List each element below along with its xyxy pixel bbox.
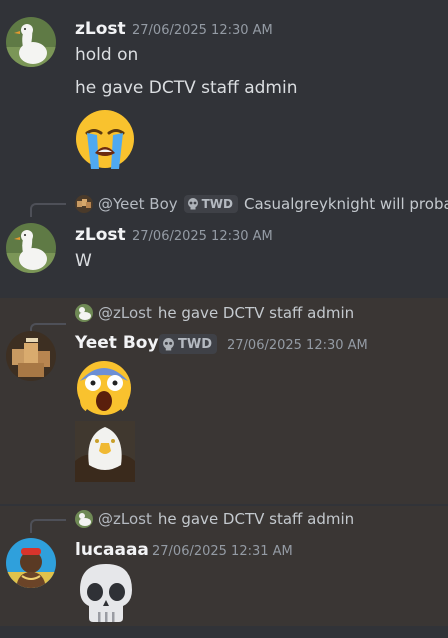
skull-icon (187, 198, 198, 210)
timestamp: 27/06/2025 12:30 AM (132, 23, 273, 38)
avatar (75, 510, 93, 528)
message-text: hold on (75, 45, 139, 65)
reply-text: he gave DCTV staff admin (157, 510, 355, 528)
reply-spine (30, 203, 66, 217)
avatar (75, 195, 93, 213)
reply-preview[interactable]: @zLost he gave DCTV staff admin (75, 302, 354, 324)
reply-text: Casualgreyknight will proba (244, 195, 448, 213)
avatar[interactable] (6, 223, 56, 273)
reply-preview[interactable]: @zLost he gave DCTV staff admin (75, 508, 354, 530)
guild-tag[interactable]: TWD (159, 334, 217, 354)
reply-username[interactable]: @zLost (98, 304, 152, 322)
screaming-face-emoji (75, 359, 133, 421)
guild-tag-label: TWD (178, 336, 212, 352)
avatar[interactable] (6, 331, 56, 381)
message-text: he gave DCTV staff admin (75, 78, 298, 98)
author-name[interactable]: zLost (75, 19, 126, 39)
guild-tag-label: TWD (201, 197, 234, 211)
reply-spine (30, 519, 66, 533)
loudly-crying-face-emoji (73, 107, 137, 175)
reply-text: he gave DCTV staff admin (157, 304, 355, 322)
author-name[interactable]: Yeet Boy (75, 333, 159, 353)
author-name[interactable]: zLost (75, 225, 126, 245)
timestamp: 27/06/2025 12:30 AM (132, 229, 273, 244)
avatar[interactable] (6, 17, 56, 67)
reply-username[interactable]: @zLost (98, 510, 152, 528)
reply-preview[interactable]: @Yeet Boy TWD Casualgreyknight will prob… (75, 193, 448, 215)
mention-highlight (0, 298, 448, 504)
timestamp: 27/06/2025 12:31 AM (152, 544, 293, 559)
reply-username[interactable]: @Yeet Boy (98, 195, 178, 213)
guild-tag[interactable]: TWD (183, 195, 239, 213)
avatar[interactable] (6, 538, 56, 588)
bald-eagle-image[interactable] (75, 421, 135, 482)
avatar (75, 304, 93, 322)
skull-emoji (77, 562, 135, 628)
author-name[interactable]: lucaaaa (75, 540, 149, 560)
skull-icon (163, 337, 174, 350)
timestamp: 27/06/2025 12:30 AM (227, 338, 368, 353)
message-text: W (75, 251, 92, 271)
